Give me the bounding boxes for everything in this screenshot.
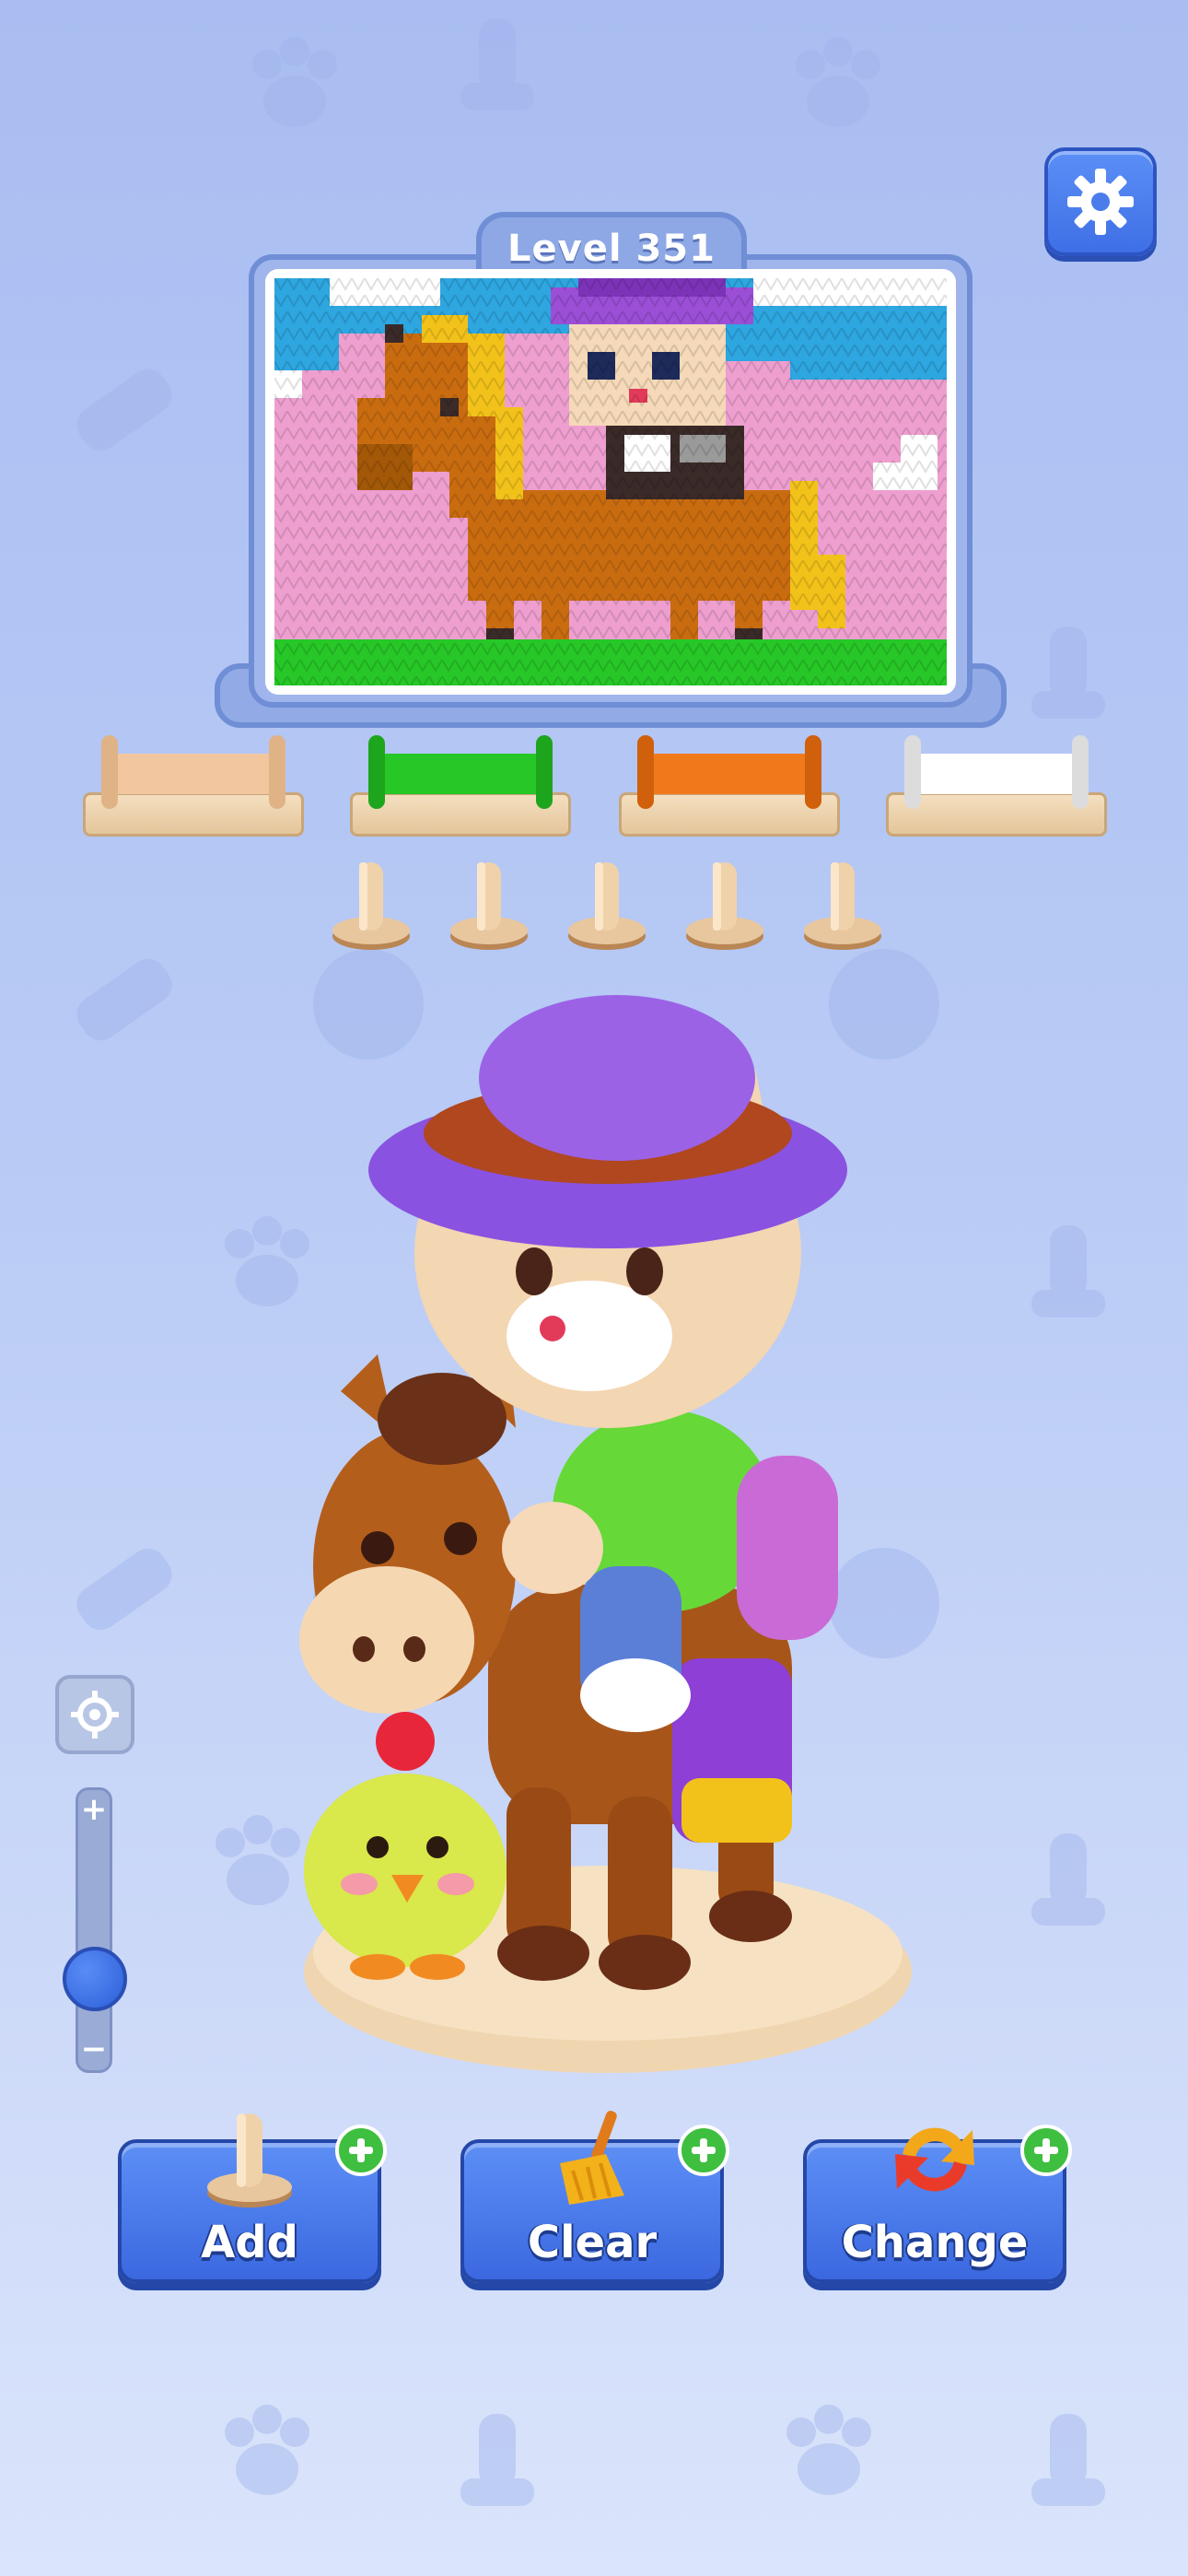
peg-slot[interactable] <box>683 859 766 951</box>
change-button-label: Change <box>841 2217 1029 2268</box>
pixel-art-horse-rider <box>274 278 947 685</box>
add-button-label: Add <box>201 2217 298 2268</box>
crosshair-icon <box>71 1691 119 1739</box>
pixel-art-canvas <box>265 269 956 695</box>
spool-end <box>368 735 385 809</box>
spool-end <box>805 735 821 809</box>
clear-button-label: Clear <box>527 2217 658 2268</box>
peg-slot[interactable] <box>565 859 648 951</box>
broom-icon <box>560 2111 624 2205</box>
peg-icon <box>568 862 646 950</box>
spool-end <box>904 735 921 809</box>
plus-icon <box>1034 2138 1058 2162</box>
thread <box>114 754 273 794</box>
zoom-slider-knob[interactable] <box>63 1946 127 2011</box>
level-label: Level 351 <box>507 228 716 270</box>
spool-peach[interactable] <box>83 728 304 848</box>
peg-icon <box>686 862 763 950</box>
peg-slot[interactable] <box>448 859 530 951</box>
peg-slot[interactable] <box>330 859 413 951</box>
add-more-badge <box>1020 2125 1072 2176</box>
spool-end <box>1072 735 1089 809</box>
spool-end <box>536 735 553 809</box>
thread <box>650 754 809 794</box>
spool-end <box>637 735 654 809</box>
add-more-badge <box>335 2125 387 2176</box>
thread <box>917 754 1076 794</box>
plus-icon <box>349 2138 373 2162</box>
spool-white[interactable] <box>886 728 1107 848</box>
paw-icon <box>252 37 337 127</box>
zoom-in-label: + <box>80 1791 108 1828</box>
spool-end <box>269 735 285 809</box>
change-button[interactable]: Change <box>803 2125 1072 2283</box>
add-more-badge <box>678 2125 729 2176</box>
peg-icon <box>450 862 528 950</box>
plus-icon <box>692 2138 716 2162</box>
spool-end <box>101 735 118 809</box>
zoom-slider[interactable]: + − <box>76 1787 112 2073</box>
peg-slot[interactable] <box>801 859 884 951</box>
swap-arrows-icon <box>895 2127 974 2192</box>
spool-green[interactable] <box>350 728 571 848</box>
peg-icon <box>804 862 881 950</box>
recenter-button[interactable] <box>55 1675 134 1754</box>
clear-button[interactable]: Clear <box>460 2111 729 2283</box>
zoom-out-label: − <box>80 2031 108 2067</box>
peg-icon <box>332 862 410 950</box>
knitted-cat-on-horse-figure <box>299 995 912 2073</box>
add-button[interactable]: Add <box>118 2113 387 2283</box>
thread <box>381 754 540 794</box>
gear-icon <box>1067 169 1134 235</box>
peg-icon <box>207 2113 292 2207</box>
spool-orange[interactable] <box>619 728 840 848</box>
settings-button[interactable] <box>1044 147 1157 256</box>
